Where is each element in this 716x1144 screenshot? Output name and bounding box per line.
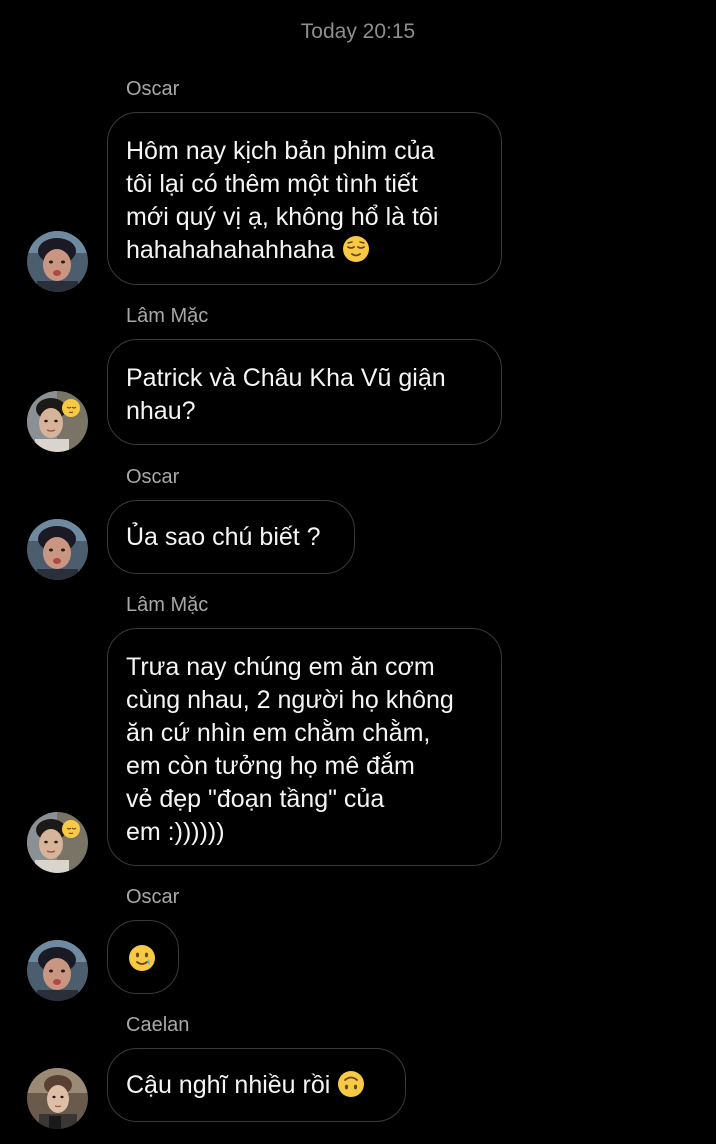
avatar-oscar[interactable] [27, 519, 88, 580]
sender-name: Oscar [126, 78, 180, 100]
message-text: Patrick và Châu Kha Vũ giận nhau? [126, 364, 446, 425]
message-text: Hôm nay kịch bản phim của tôi lại có thê… [126, 137, 439, 264]
message-text: Cậu nghĩ nhiều rồi [126, 1071, 331, 1099]
avatar-lam-mac[interactable] [27, 391, 88, 452]
upside-down-face-icon [337, 1070, 365, 1098]
avatar-lam-mac[interactable] [27, 812, 88, 873]
sender-name: Oscar [126, 466, 180, 488]
message-bubble[interactable]: Patrick và Châu Kha Vũ giận nhau? [107, 339, 502, 445]
avatar-oscar[interactable] [27, 231, 88, 292]
message-text: Trưa nay chúng em ăn cơm cùng nhau, 2 ng… [126, 653, 454, 846]
message-bubble[interactable]: Cậu nghĩ nhiều rồi [107, 1048, 406, 1122]
sender-name: Lâm Mặc [126, 594, 209, 616]
message-bubble[interactable]: Hôm nay kịch bản phim của tôi lại có thê… [107, 112, 502, 285]
message-bubble[interactable]: Ủa sao chú biết ? [107, 500, 355, 574]
sender-name: Caelan [126, 1014, 190, 1036]
message-bubble[interactable] [107, 920, 179, 994]
message-bubble[interactable]: Trưa nay chúng em ăn cơm cùng nhau, 2 ng… [107, 628, 502, 866]
sender-name: Lâm Mặc [126, 305, 209, 327]
message-text: Ủa sao chú biết ? [126, 523, 321, 551]
avatar-caelan[interactable] [27, 1068, 88, 1129]
smiling-face-with-tear-icon [128, 944, 156, 972]
sender-name: Oscar [126, 886, 180, 908]
relieved-face-icon [342, 235, 370, 263]
chat-timestamp: Today 20:15 [300, 20, 416, 43]
avatar-oscar[interactable] [27, 940, 88, 1001]
